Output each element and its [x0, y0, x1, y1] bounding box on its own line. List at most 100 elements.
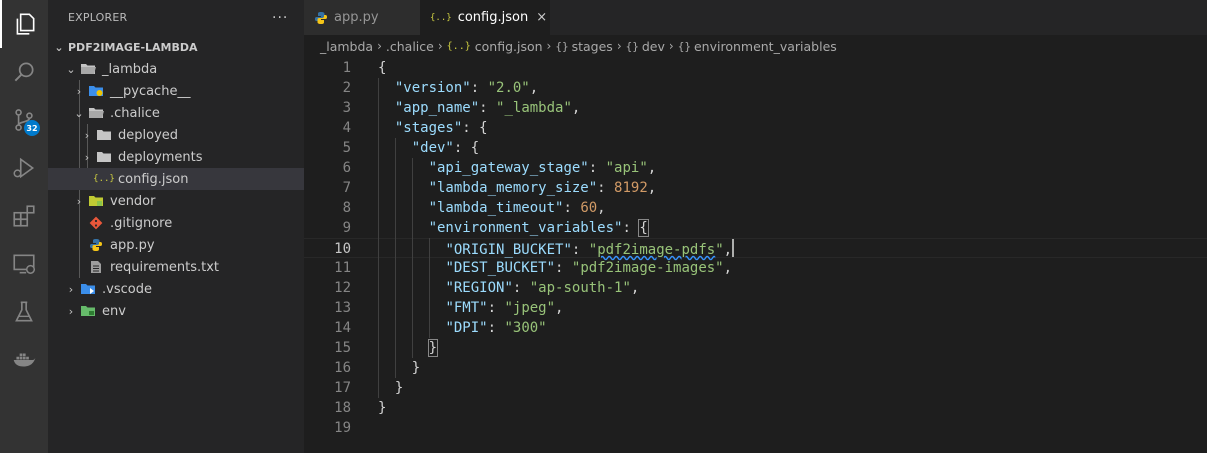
chevron-down-icon: ⌄: [66, 62, 76, 76]
chevron-right-icon: ›: [616, 39, 622, 53]
line-number: 12: [334, 280, 351, 296]
folder-python-icon: [88, 83, 104, 99]
docker-icon[interactable]: [0, 336, 48, 384]
code-text: "DPI": "300": [445, 320, 547, 336]
tree-item-label: deployed: [118, 127, 179, 143]
code-text: "version": "2.0",: [394, 80, 539, 96]
tree-item-lambda[interactable]: ⌄ _lambda: [48, 58, 304, 80]
breadcrumb-item[interactable]: dev: [642, 39, 665, 54]
line-number: 17: [334, 380, 351, 396]
chevron-right-icon: ›: [76, 194, 82, 208]
code-line[interactable]: 19: [304, 418, 1207, 438]
tree-item-label: __pycache__: [110, 83, 191, 99]
code-editor[interactable]: 1{2 "version": "2.0", 3 "app_name": "_lam…: [304, 57, 1207, 453]
tree-item-label: config.json: [118, 171, 189, 187]
code-text: "app_name": "_lambda",: [394, 100, 581, 116]
tree-item-label: .vscode: [102, 281, 152, 297]
code-line[interactable]: 16 }: [304, 358, 1207, 378]
indent-guide: [411, 158, 413, 358]
line-number: 16: [334, 360, 351, 376]
code-line[interactable]: 11 "DEST_BUCKET": "pdf2image-images",: [304, 258, 1207, 278]
code-text: }: [427, 339, 439, 357]
scm-badge: 32: [24, 120, 40, 136]
tree-item-label: .chalice: [110, 105, 160, 121]
folder-icon: [96, 127, 112, 143]
tree-item-deployments[interactable]: › deployments: [48, 146, 304, 168]
more-actions-icon[interactable]: ...: [272, 6, 288, 22]
code-line[interactable]: 10 "ORIGIN_BUCKET": "pdf2image-pdfs",: [304, 238, 1207, 258]
remote-explorer-icon[interactable]: [0, 240, 48, 288]
tree-item-vscode[interactable]: › .vscode: [48, 278, 304, 300]
chevron-right-icon: ›: [377, 39, 382, 53]
code-text: "REGION": "ap-south-1",: [445, 280, 640, 296]
line-number: 10: [334, 241, 351, 257]
testing-icon[interactable]: [0, 288, 48, 336]
python-icon: [314, 11, 328, 25]
breadcrumb-item[interactable]: .chalice: [386, 39, 434, 54]
run-debug-icon[interactable]: [0, 144, 48, 192]
code-text: "stages": {: [394, 120, 488, 136]
chevron-right-icon: ›: [437, 39, 443, 53]
tree-item-pycache[interactable]: › __pycache__: [48, 80, 304, 102]
code-text: }: [394, 380, 404, 396]
line-number: 18: [334, 400, 351, 416]
tree-item-requirements[interactable]: requirements.txt: [48, 256, 304, 278]
folder-vendor-icon: [88, 193, 104, 209]
search-icon[interactable]: [0, 48, 48, 96]
code-line[interactable]: 2 "version": "2.0",: [304, 78, 1207, 98]
code-line[interactable]: 15 }: [304, 338, 1207, 358]
python-icon: [88, 237, 104, 253]
tree-item-label: deployments: [118, 149, 203, 165]
code-line[interactable]: 4 "stages": {: [304, 118, 1207, 138]
code-line[interactable]: 18}: [304, 398, 1207, 418]
object-icon: {}: [555, 39, 569, 53]
breadcrumb-item[interactable]: _lambda: [320, 39, 373, 54]
explorer-sidebar: EXPLORER ... ⌄ PDF2IMAGE-LAMBDA ⌄ _lambd…: [48, 0, 304, 453]
source-control-icon[interactable]: [0, 96, 48, 144]
folder-env-icon: [80, 303, 96, 319]
tree-item-chalice[interactable]: ⌄ .chalice: [48, 102, 304, 124]
object-icon: {}: [677, 39, 691, 53]
code-line[interactable]: 8 "lambda_timeout": 60,: [304, 198, 1207, 218]
text-file-icon: [88, 259, 104, 275]
code-line[interactable]: 14 "DPI": "300": [304, 318, 1207, 338]
tree-item-vendor[interactable]: › vendor: [48, 190, 304, 212]
code-text: "FMT": "jpeg",: [445, 300, 564, 316]
code-line[interactable]: 6 "api_gateway_stage": "api",: [304, 158, 1207, 178]
chevron-right-icon: ›: [84, 150, 90, 164]
tab-config-json[interactable]: {..} config.json ×: [420, 0, 550, 35]
tab-app-py[interactable]: app.py: [304, 0, 420, 35]
line-number: 11: [334, 260, 351, 276]
tree-item-env[interactable]: › env: [48, 300, 304, 322]
code-line[interactable]: 17 }: [304, 378, 1207, 398]
extensions-icon[interactable]: [0, 192, 48, 240]
line-number: 1: [342, 60, 351, 76]
code-text: "api_gateway_stage": "api",: [428, 160, 657, 176]
code-line[interactable]: 7 "lambda_memory_size": 8192,: [304, 178, 1207, 198]
breadcrumb-item[interactable]: environment_variables: [694, 39, 837, 54]
tree-item-app-py[interactable]: app.py: [48, 234, 304, 256]
explorer-icon[interactable]: [0, 0, 48, 48]
breadcrumb: _lambda › .chalice › {..} config.json › …: [304, 35, 1207, 57]
tree-item-gitignore[interactable]: .gitignore: [48, 212, 304, 234]
code-text: "ORIGIN_BUCKET": "pdf2image-pdfs",: [378, 239, 735, 260]
code-line[interactable]: 9 "environment_variables": {: [304, 218, 1207, 238]
code-line[interactable]: 3 "app_name": "_lambda",: [304, 98, 1207, 118]
breadcrumb-item[interactable]: stages: [572, 39, 613, 54]
tree-item-label: .gitignore: [110, 215, 173, 231]
chevron-down-icon: ⌄: [54, 40, 64, 54]
chevron-right-icon: ›: [68, 282, 74, 296]
folder-open-icon: [80, 61, 96, 77]
workspace-root[interactable]: ⌄ PDF2IMAGE-LAMBDA: [48, 36, 304, 58]
code-line[interactable]: 12 "REGION": "ap-south-1",: [304, 278, 1207, 298]
code-line[interactable]: 5 "dev": {: [304, 138, 1207, 158]
breadcrumb-item[interactable]: config.json: [475, 39, 543, 54]
line-number: 15: [334, 340, 351, 356]
chevron-right-icon: ›: [668, 39, 674, 53]
tree-item-deployed[interactable]: › deployed: [48, 124, 304, 146]
close-icon[interactable]: ×: [536, 10, 547, 25]
code-line[interactable]: 13 "FMT": "jpeg",: [304, 298, 1207, 318]
tree-item-config-json[interactable]: {..} config.json: [48, 168, 304, 190]
code-line[interactable]: 1{: [304, 58, 1207, 78]
chevron-right-icon: ›: [84, 128, 90, 142]
